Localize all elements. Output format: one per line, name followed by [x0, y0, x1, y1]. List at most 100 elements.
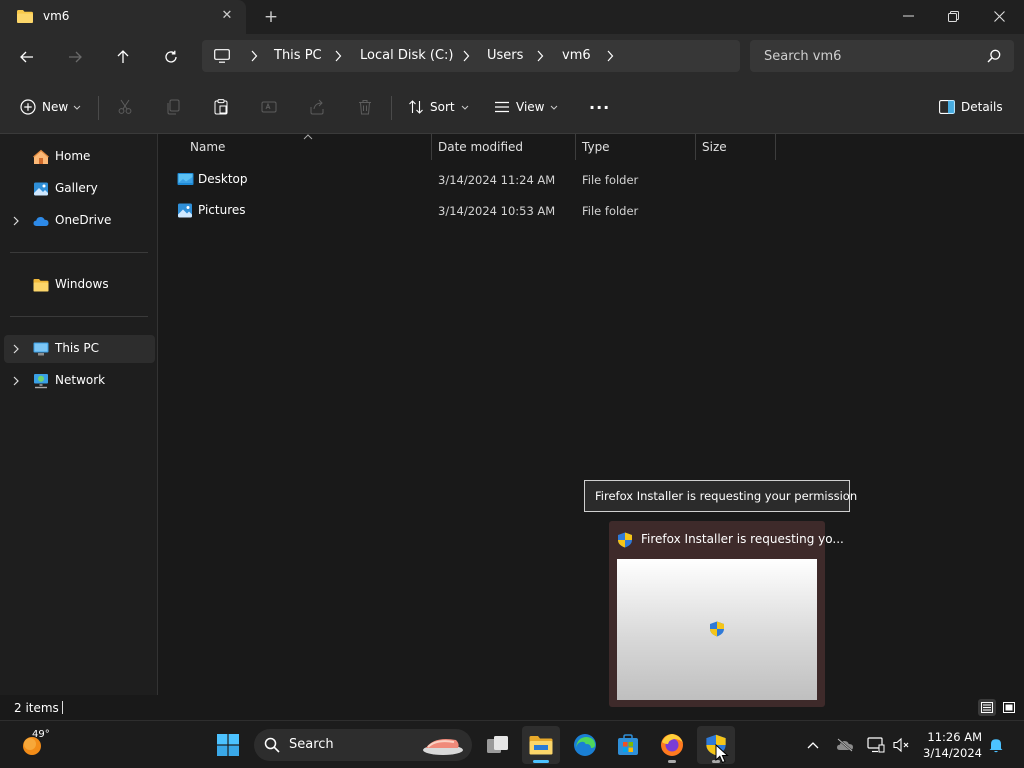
sort-ascending-icon — [303, 134, 313, 140]
task-view-button[interactable] — [479, 726, 517, 764]
tiles-view-button[interactable] — [1000, 699, 1018, 716]
breadcrumb-vm6[interactable]: vm6 — [562, 48, 591, 63]
close-tab-button[interactable]: ✕ — [218, 7, 236, 25]
taskbar-thumbnail-preview[interactable]: Firefox Installer is requesting yo... — [609, 521, 844, 707]
taskbar-search[interactable]: Search — [254, 729, 472, 761]
sort-button[interactable]: Sort — [408, 95, 475, 119]
nav-item-home[interactable]: Home — [4, 143, 155, 171]
search-box[interactable]: Search vm6 — [750, 40, 1014, 72]
table-row[interactable]: Desktop 3/14/2024 11:24 AM File folder — [173, 165, 773, 195]
paste-button[interactable] — [211, 97, 231, 117]
show-hidden-icons-button[interactable] — [803, 735, 823, 755]
breadcrumb-local-disk[interactable]: Local Disk (C:) — [360, 48, 453, 63]
copy-button[interactable] — [163, 97, 183, 117]
column-divider[interactable] — [695, 134, 696, 160]
tiles-view-icon — [1003, 702, 1015, 713]
column-header-type[interactable]: Type — [582, 140, 610, 154]
search-input[interactable]: Search vm6 — [764, 49, 841, 64]
chevron-down-icon — [461, 105, 468, 110]
item-count: 2 items — [14, 701, 59, 715]
chevron-down-icon — [551, 105, 558, 110]
rename-button[interactable] — [259, 97, 279, 117]
tab-title: vm6 — [43, 9, 70, 23]
mouse-cursor-icon — [715, 744, 729, 764]
chevron-right-icon — [463, 50, 470, 62]
notification-button[interactable] — [986, 735, 1006, 755]
rename-icon — [261, 101, 277, 113]
arrow-left-icon — [20, 51, 33, 63]
column-header-size[interactable]: Size — [702, 140, 727, 154]
desktop-folder-icon — [177, 173, 194, 185]
list-view-icon — [981, 702, 993, 713]
nav-item-gallery[interactable]: Gallery — [4, 175, 155, 203]
details-pane-icon — [939, 100, 955, 114]
tooltip-text: Firefox Installer is requesting your per… — [595, 489, 858, 503]
taskbar-firefox[interactable] — [653, 726, 691, 764]
up-button[interactable] — [110, 44, 136, 70]
volume-tray-icon[interactable] — [892, 735, 912, 755]
status-divider — [62, 701, 63, 714]
clock-time: 11:26 AM — [927, 730, 982, 744]
minimize-button[interactable] — [885, 0, 931, 32]
taskbar-edge[interactable] — [566, 726, 604, 764]
details-view-button[interactable] — [978, 699, 996, 716]
column-header-date[interactable]: Date modified — [438, 140, 523, 154]
speaker-muted-icon — [893, 737, 909, 753]
file-name: Pictures — [198, 203, 246, 217]
system-clock[interactable]: 11:26 AM 3/14/2024 — [920, 729, 982, 761]
column-divider[interactable] — [775, 134, 776, 160]
column-header-name[interactable]: Name — [190, 140, 225, 154]
network-tray-icon[interactable] — [866, 735, 886, 755]
table-row[interactable]: Pictures 3/14/2024 10:53 AM File folder — [173, 196, 773, 226]
delete-button[interactable] — [355, 97, 375, 117]
chevron-right-icon[interactable] — [12, 344, 20, 354]
nav-item-this-pc[interactable]: This PC — [4, 335, 155, 363]
view-button[interactable]: View — [494, 95, 564, 119]
restore-button[interactable] — [930, 0, 976, 32]
more-options-button[interactable]: ··· — [589, 95, 610, 119]
nav-item-onedrive[interactable]: OneDrive — [4, 207, 155, 235]
scissors-icon — [118, 99, 132, 114]
refresh-button[interactable] — [158, 44, 184, 70]
close-window-button[interactable] — [976, 0, 1022, 32]
column-divider[interactable] — [575, 134, 576, 160]
computer-icon — [33, 342, 49, 356]
chevron-right-icon[interactable] — [606, 50, 614, 62]
breadcrumb-this-pc[interactable]: This PC — [274, 48, 322, 63]
chevron-right-icon — [251, 50, 258, 62]
cut-button[interactable] — [115, 97, 135, 117]
new-button[interactable]: New — [20, 95, 87, 119]
file-type: File folder — [582, 173, 639, 187]
forward-button[interactable] — [62, 44, 88, 70]
preview-thumbnail[interactable] — [617, 559, 817, 700]
running-indicator — [533, 760, 549, 763]
file-date: 3/14/2024 10:53 AM — [438, 204, 556, 218]
nav-item-windows[interactable]: Windows — [4, 271, 155, 299]
back-button[interactable] — [14, 44, 40, 70]
start-button[interactable] — [209, 726, 247, 764]
breadcrumb-users[interactable]: Users — [487, 48, 523, 63]
store-icon — [618, 734, 638, 755]
sort-label: Sort — [430, 100, 455, 114]
gallery-icon — [34, 182, 48, 196]
taskbar-store[interactable] — [609, 726, 647, 764]
chevron-right-icon — [537, 50, 544, 62]
taskbar-file-explorer[interactable] — [522, 726, 560, 764]
view-label: View — [516, 100, 545, 114]
onedrive-tray-icon[interactable] — [835, 735, 855, 755]
folder-icon — [33, 279, 49, 292]
firefox-icon — [661, 734, 683, 756]
file-name: Desktop — [198, 172, 248, 186]
column-divider[interactable] — [431, 134, 432, 160]
nav-label: OneDrive — [55, 213, 112, 227]
new-tab-button[interactable]: + — [262, 6, 280, 28]
share-button[interactable] — [307, 97, 327, 117]
chevron-right-icon[interactable] — [12, 376, 20, 386]
details-button[interactable]: Details — [939, 95, 1003, 119]
nav-item-network[interactable]: Network — [4, 367, 155, 395]
nav-label: Network — [55, 373, 106, 387]
restore-icon — [947, 10, 959, 22]
address-bar[interactable]: This PC Local Disk (C:) Users vm6 — [202, 40, 740, 72]
chevron-right-icon[interactable] — [12, 216, 20, 226]
window-tab[interactable]: vm6 ✕ — [0, 0, 246, 34]
